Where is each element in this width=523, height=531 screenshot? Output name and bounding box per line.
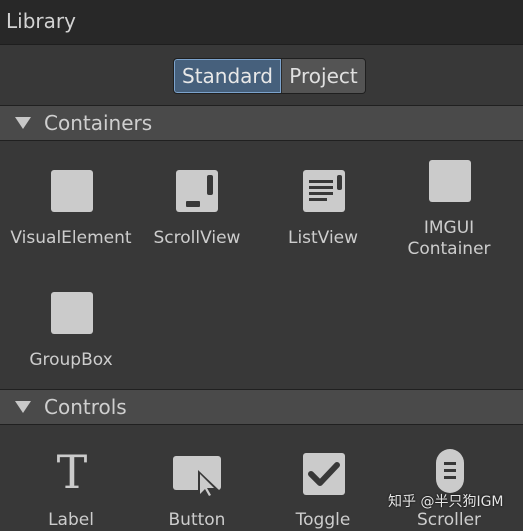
visual-element-icon xyxy=(51,170,93,212)
library-window-titlebar: Library xyxy=(0,0,523,45)
item-label: Scroller xyxy=(416,510,482,530)
project-tab[interactable]: Project xyxy=(281,59,365,93)
watermark-text: 知乎 @半只狗IGM xyxy=(388,494,504,510)
toggle-icon xyxy=(303,453,345,499)
label-icon: T xyxy=(51,445,93,499)
foldout-arrow-icon[interactable] xyxy=(15,117,31,129)
containers-section-header[interactable]: Containers xyxy=(0,105,523,141)
item-label: VisualElement xyxy=(10,228,132,248)
item-label: ListView xyxy=(287,228,359,248)
section-label: Controls xyxy=(44,395,127,419)
item-label: Label xyxy=(48,510,94,530)
item-label: Toggle xyxy=(295,510,351,530)
window-title: Library xyxy=(6,9,76,33)
item-label: Button xyxy=(168,510,226,530)
svg-text:T: T xyxy=(57,450,88,494)
scroller-icon xyxy=(435,449,465,497)
standard-tab[interactable]: Standard xyxy=(174,59,281,93)
item-label: GroupBox xyxy=(29,350,113,370)
item-label: ScrollView xyxy=(153,228,241,248)
scroll-view-icon xyxy=(176,170,218,216)
list-view-icon xyxy=(303,170,345,216)
controls-section-header[interactable]: Controls xyxy=(0,389,523,425)
imgui-container-icon xyxy=(429,160,471,202)
item-label: IMGUI Container xyxy=(407,218,491,259)
section-label: Containers xyxy=(44,111,153,135)
group-box-icon xyxy=(51,292,93,334)
foldout-arrow-icon[interactable] xyxy=(15,401,31,413)
button-icon xyxy=(173,456,225,504)
library-scope-toggle[interactable]: Standard Project xyxy=(173,58,366,94)
